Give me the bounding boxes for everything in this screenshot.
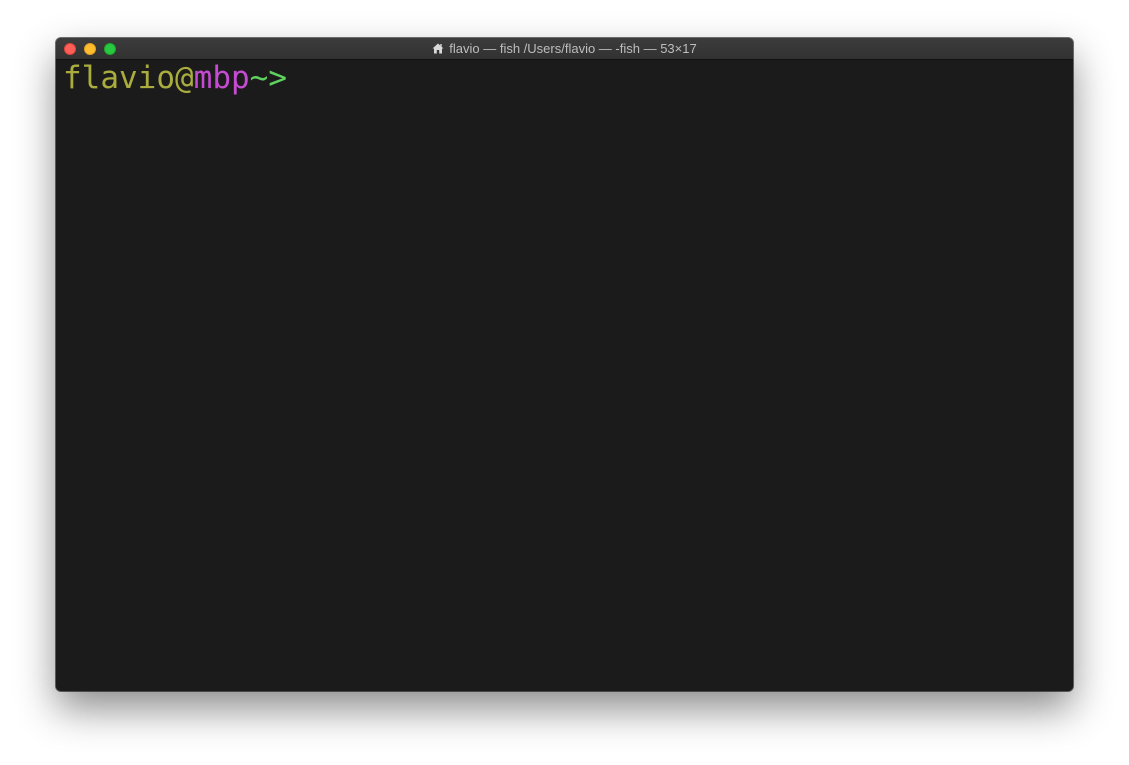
terminal-window: flavio — fish /Users/flavio — -fish — 53… <box>56 38 1073 691</box>
prompt-user: flavio <box>63 60 175 96</box>
prompt-cwd: ~ <box>249 60 269 96</box>
window-title: flavio — fish /Users/flavio — -fish — 53… <box>449 41 697 56</box>
shell-prompt: flavio@mbp~> <box>63 60 287 96</box>
terminal-content[interactable]: flavio@mbp~> <box>56 60 1073 691</box>
prompt-host: mbp <box>193 60 250 96</box>
prompt-symbol: > <box>268 60 287 96</box>
home-icon <box>432 43 444 54</box>
title-bar[interactable]: flavio — fish /Users/flavio — -fish — 53… <box>56 38 1073 60</box>
prompt-at-sign: @ <box>174 60 194 96</box>
window-title-area: flavio — fish /Users/flavio — -fish — 53… <box>56 38 1073 60</box>
